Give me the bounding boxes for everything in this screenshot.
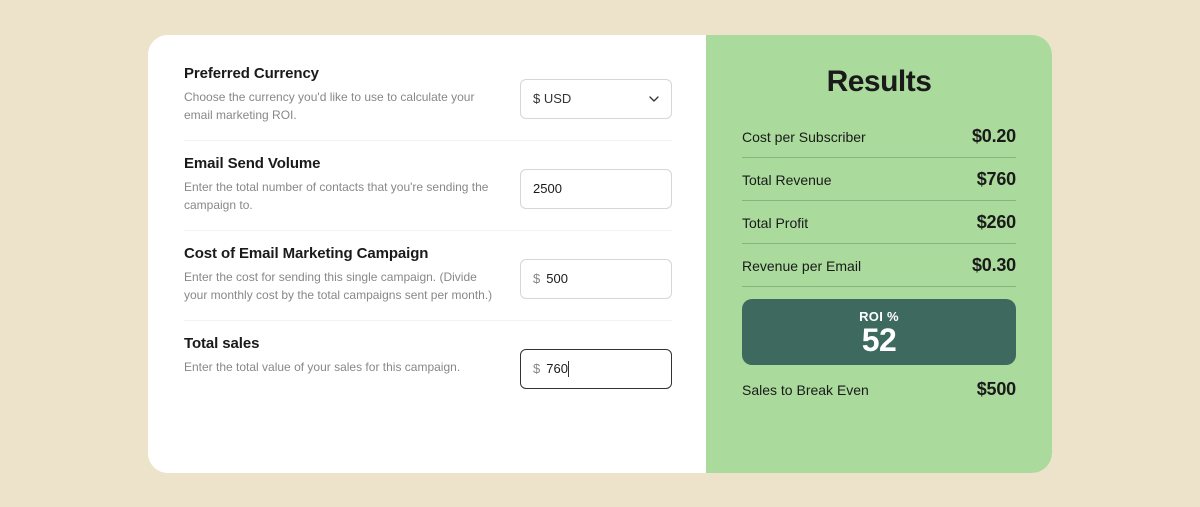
result-row-total-profit: Total Profit $260: [742, 201, 1016, 244]
field-row-cost: Cost of Email Marketing Campaign Enter t…: [184, 231, 672, 321]
field-title: Email Send Volume: [184, 155, 500, 172]
field-desc: Choose the currency you'd like to use to…: [184, 88, 500, 124]
field-title: Total sales: [184, 335, 500, 352]
result-row-revenue-per-email: Revenue per Email $0.30: [742, 244, 1016, 287]
result-value: $0.20: [972, 126, 1016, 147]
cost-input[interactable]: $ 500: [520, 259, 672, 299]
currency-prefix: $: [533, 361, 540, 376]
roi-box: ROI % 52: [742, 299, 1016, 366]
results-panel: Results Cost per Subscriber $0.20 Total …: [706, 35, 1052, 473]
roi-value: 52: [742, 324, 1016, 358]
inputs-panel: Preferred Currency Choose the currency y…: [148, 35, 706, 473]
field-control: $ USD: [520, 65, 672, 119]
result-row-total-revenue: Total Revenue $760: [742, 158, 1016, 201]
field-text: Cost of Email Marketing Campaign Enter t…: [184, 245, 520, 304]
input-value: 2500: [533, 181, 562, 196]
result-value: $260: [977, 212, 1016, 233]
field-desc: Enter the total value of your sales for …: [184, 358, 500, 376]
field-row-volume: Email Send Volume Enter the total number…: [184, 141, 672, 231]
currency-value: $ USD: [533, 91, 571, 106]
field-text: Preferred Currency Choose the currency y…: [184, 65, 520, 124]
roi-calculator-card: Preferred Currency Choose the currency y…: [148, 35, 1052, 473]
field-control: $ 760: [520, 335, 672, 389]
currency-select[interactable]: $ USD: [520, 79, 672, 119]
result-value: $0.30: [972, 255, 1016, 276]
result-label: Sales to Break Even: [742, 382, 869, 398]
field-desc: Enter the cost for sending this single c…: [184, 268, 500, 304]
field-desc: Enter the total number of contacts that …: [184, 178, 500, 214]
text-cursor: [568, 361, 569, 377]
field-title: Cost of Email Marketing Campaign: [184, 245, 500, 262]
volume-input[interactable]: 2500: [520, 169, 672, 209]
input-value: 760: [546, 361, 568, 376]
result-label: Revenue per Email: [742, 258, 861, 274]
field-text: Email Send Volume Enter the total number…: [184, 155, 520, 214]
results-title: Results: [742, 65, 1016, 99]
result-row-break-even: Sales to Break Even $500: [742, 365, 1016, 400]
field-row-currency: Preferred Currency Choose the currency y…: [184, 65, 672, 141]
result-row-cost-per-subscriber: Cost per Subscriber $0.20: [742, 115, 1016, 158]
field-row-sales: Total sales Enter the total value of you…: [184, 321, 672, 405]
result-label: Cost per Subscriber: [742, 129, 866, 145]
result-value: $500: [977, 379, 1016, 400]
field-title: Preferred Currency: [184, 65, 500, 82]
field-control: $ 500: [520, 245, 672, 299]
result-value: $760: [977, 169, 1016, 190]
currency-prefix: $: [533, 271, 540, 286]
field-text: Total sales Enter the total value of you…: [184, 335, 520, 376]
sales-input[interactable]: $ 760: [520, 349, 672, 389]
field-control: 2500: [520, 155, 672, 209]
result-label: Total Revenue: [742, 172, 832, 188]
chevron-down-icon: [649, 96, 659, 102]
input-value: 500: [546, 271, 568, 286]
result-label: Total Profit: [742, 215, 808, 231]
